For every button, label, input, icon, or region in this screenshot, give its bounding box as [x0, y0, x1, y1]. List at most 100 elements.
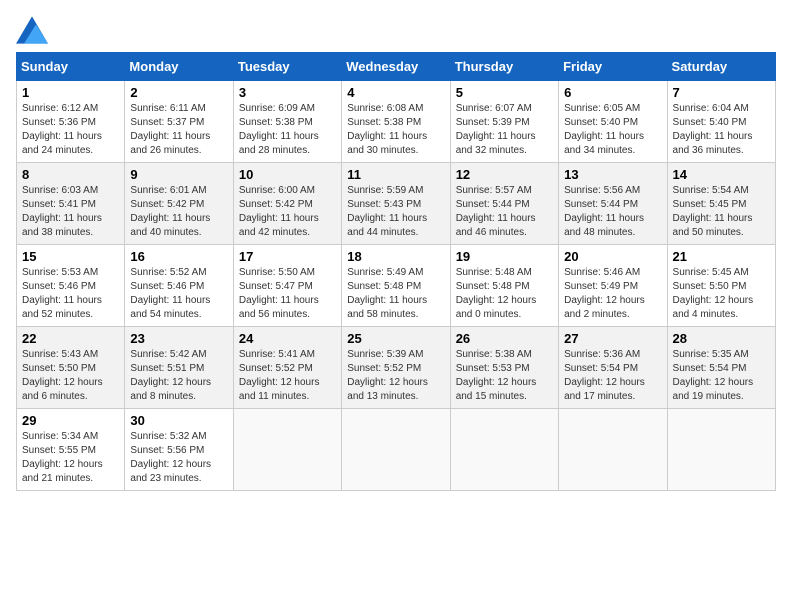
- day-content: Sunrise: 5:32 AM Sunset: 5:56 PM Dayligh…: [130, 430, 227, 486]
- calendar-cell: [233, 409, 341, 491]
- calendar-row-3: 15 Sunrise: 5:53 AM Sunset: 5:46 PM Dayli…: [17, 245, 776, 327]
- calendar-cell: 27 Sunrise: 5:36 AM Sunset: 5:54 PM Dayli…: [559, 327, 667, 409]
- day-content: Sunrise: 5:42 AM Sunset: 5:51 PM Dayligh…: [130, 348, 227, 404]
- calendar-cell: 10 Sunrise: 6:00 AM Sunset: 5:42 PM Dayli…: [233, 163, 341, 245]
- calendar-cell: [342, 409, 450, 491]
- day-number: 5: [456, 85, 553, 100]
- day-number: 8: [22, 167, 119, 182]
- calendar-cell: 15 Sunrise: 5:53 AM Sunset: 5:46 PM Dayli…: [17, 245, 125, 327]
- day-content: Sunrise: 5:43 AM Sunset: 5:50 PM Dayligh…: [22, 348, 119, 404]
- column-header-tuesday: Tuesday: [233, 53, 341, 81]
- column-header-thursday: Thursday: [450, 53, 558, 81]
- calendar-cell: 14 Sunrise: 5:54 AM Sunset: 5:45 PM Dayli…: [667, 163, 775, 245]
- calendar-cell: 9 Sunrise: 6:01 AM Sunset: 5:42 PM Daylig…: [125, 163, 233, 245]
- calendar-cell: 26 Sunrise: 5:38 AM Sunset: 5:53 PM Dayli…: [450, 327, 558, 409]
- column-header-sunday: Sunday: [17, 53, 125, 81]
- calendar-cell: 28 Sunrise: 5:35 AM Sunset: 5:54 PM Dayli…: [667, 327, 775, 409]
- day-content: Sunrise: 5:50 AM Sunset: 5:47 PM Dayligh…: [239, 266, 336, 322]
- calendar-cell: 25Sunrise: 5:39 AM Sunset: 5:52 PM Dayli…: [342, 327, 450, 409]
- calendar-cell: 6Sunrise: 6:05 AM Sunset: 5:40 PM Daylig…: [559, 81, 667, 163]
- day-content: Sunrise: 5:45 AM Sunset: 5:50 PM Dayligh…: [673, 266, 770, 322]
- calendar-cell: 8 Sunrise: 6:03 AM Sunset: 5:41 PM Daylig…: [17, 163, 125, 245]
- day-number: 9: [130, 167, 227, 182]
- day-number: 19: [456, 249, 553, 264]
- day-content: Sunrise: 6:01 AM Sunset: 5:42 PM Dayligh…: [130, 184, 227, 240]
- column-header-monday: Monday: [125, 53, 233, 81]
- calendar-cell: [450, 409, 558, 491]
- day-number: 14: [673, 167, 770, 182]
- calendar-row-2: 8 Sunrise: 6:03 AM Sunset: 5:41 PM Daylig…: [17, 163, 776, 245]
- day-content: Sunrise: 6:07 AM Sunset: 5:39 PM Dayligh…: [456, 102, 553, 158]
- day-number: 28: [673, 331, 770, 346]
- day-content: Sunrise: 6:03 AM Sunset: 5:41 PM Dayligh…: [22, 184, 119, 240]
- day-number: 17: [239, 249, 336, 264]
- logo-icon: [16, 16, 48, 44]
- calendar-cell: 2 Sunrise: 6:11 AM Sunset: 5:37 PM Daylig…: [125, 81, 233, 163]
- day-number: 24: [239, 331, 336, 346]
- calendar-row-5: 29 Sunrise: 5:34 AM Sunset: 5:55 PM Dayli…: [17, 409, 776, 491]
- day-content: Sunrise: 6:05 AM Sunset: 5:40 PM Dayligh…: [564, 102, 661, 158]
- calendar-cell: 1Sunrise: 6:12 AM Sunset: 5:36 PM Daylig…: [17, 81, 125, 163]
- day-number: 16: [130, 249, 227, 264]
- day-number: 7: [673, 85, 770, 100]
- day-content: Sunrise: 5:46 AM Sunset: 5:49 PM Dayligh…: [564, 266, 661, 322]
- day-content: Sunrise: 6:09 AM Sunset: 5:38 PM Dayligh…: [239, 102, 336, 158]
- day-number: 3: [239, 85, 336, 100]
- calendar-cell: 12 Sunrise: 5:57 AM Sunset: 5:44 PM Dayli…: [450, 163, 558, 245]
- day-number: 30: [130, 413, 227, 428]
- calendar-cell: 5 Sunrise: 6:07 AM Sunset: 5:39 PM Daylig…: [450, 81, 558, 163]
- day-number: 20: [564, 249, 661, 264]
- calendar-cell: [559, 409, 667, 491]
- day-number: 1: [22, 85, 119, 100]
- calendar-cell: 17 Sunrise: 5:50 AM Sunset: 5:47 PM Dayli…: [233, 245, 341, 327]
- day-content: Sunrise: 5:54 AM Sunset: 5:45 PM Dayligh…: [673, 184, 770, 240]
- calendar-cell: 30 Sunrise: 5:32 AM Sunset: 5:56 PM Dayli…: [125, 409, 233, 491]
- column-header-saturday: Saturday: [667, 53, 775, 81]
- calendar-header-row: SundayMondayTuesdayWednesdayThursdayFrid…: [17, 53, 776, 81]
- column-header-wednesday: Wednesday: [342, 53, 450, 81]
- day-number: 25: [347, 331, 444, 346]
- calendar-cell: 13 Sunrise: 5:56 AM Sunset: 5:44 PM Dayli…: [559, 163, 667, 245]
- day-content: Sunrise: 5:52 AM Sunset: 5:46 PM Dayligh…: [130, 266, 227, 322]
- day-content: Sunrise: 5:56 AM Sunset: 5:44 PM Dayligh…: [564, 184, 661, 240]
- day-content: Sunrise: 6:11 AM Sunset: 5:37 PM Dayligh…: [130, 102, 227, 158]
- calendar-row-1: 1Sunrise: 6:12 AM Sunset: 5:36 PM Daylig…: [17, 81, 776, 163]
- day-content: Sunrise: 6:08 AM Sunset: 5:38 PM Dayligh…: [347, 102, 444, 158]
- day-content: Sunrise: 5:49 AM Sunset: 5:48 PM Dayligh…: [347, 266, 444, 322]
- calendar-cell: 19 Sunrise: 5:48 AM Sunset: 5:48 PM Dayli…: [450, 245, 558, 327]
- day-number: 29: [22, 413, 119, 428]
- calendar-cell: 29 Sunrise: 5:34 AM Sunset: 5:55 PM Dayli…: [17, 409, 125, 491]
- day-content: Sunrise: 5:41 AM Sunset: 5:52 PM Dayligh…: [239, 348, 336, 404]
- day-content: Sunrise: 5:36 AM Sunset: 5:54 PM Dayligh…: [564, 348, 661, 404]
- calendar-cell: 23 Sunrise: 5:42 AM Sunset: 5:51 PM Dayli…: [125, 327, 233, 409]
- day-number: 4: [347, 85, 444, 100]
- column-header-friday: Friday: [559, 53, 667, 81]
- day-content: Sunrise: 5:35 AM Sunset: 5:54 PM Dayligh…: [673, 348, 770, 404]
- calendar-cell: 22 Sunrise: 5:43 AM Sunset: 5:50 PM Dayli…: [17, 327, 125, 409]
- day-number: 13: [564, 167, 661, 182]
- calendar: SundayMondayTuesdayWednesdayThursdayFrid…: [16, 52, 776, 491]
- calendar-cell: [667, 409, 775, 491]
- day-content: Sunrise: 6:04 AM Sunset: 5:40 PM Dayligh…: [673, 102, 770, 158]
- day-content: Sunrise: 6:00 AM Sunset: 5:42 PM Dayligh…: [239, 184, 336, 240]
- logo: [16, 16, 50, 44]
- day-number: 11: [347, 167, 444, 182]
- day-number: 12: [456, 167, 553, 182]
- day-number: 23: [130, 331, 227, 346]
- day-number: 15: [22, 249, 119, 264]
- day-content: Sunrise: 5:48 AM Sunset: 5:48 PM Dayligh…: [456, 266, 553, 322]
- day-content: Sunrise: 5:34 AM Sunset: 5:55 PM Dayligh…: [22, 430, 119, 486]
- day-number: 10: [239, 167, 336, 182]
- calendar-cell: 4 Sunrise: 6:08 AM Sunset: 5:38 PM Daylig…: [342, 81, 450, 163]
- calendar-cell: 21 Sunrise: 5:45 AM Sunset: 5:50 PM Dayli…: [667, 245, 775, 327]
- calendar-cell: 24 Sunrise: 5:41 AM Sunset: 5:52 PM Dayli…: [233, 327, 341, 409]
- calendar-cell: 3 Sunrise: 6:09 AM Sunset: 5:38 PM Daylig…: [233, 81, 341, 163]
- day-number: 2: [130, 85, 227, 100]
- day-number: 21: [673, 249, 770, 264]
- day-content: Sunrise: 5:38 AM Sunset: 5:53 PM Dayligh…: [456, 348, 553, 404]
- day-content: Sunrise: 5:57 AM Sunset: 5:44 PM Dayligh…: [456, 184, 553, 240]
- day-number: 22: [22, 331, 119, 346]
- day-number: 26: [456, 331, 553, 346]
- day-number: 27: [564, 331, 661, 346]
- day-content: Sunrise: 5:53 AM Sunset: 5:46 PM Dayligh…: [22, 266, 119, 322]
